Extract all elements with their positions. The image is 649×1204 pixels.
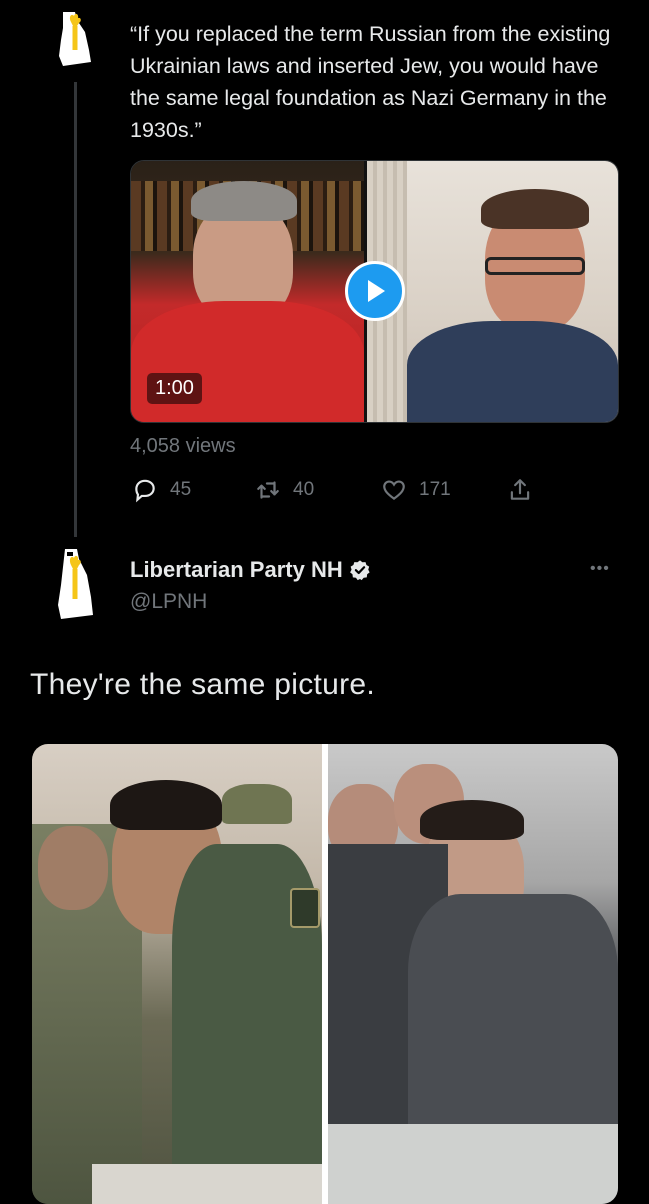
play-icon xyxy=(368,280,385,302)
author-handle[interactable]: @LPNH xyxy=(130,590,207,614)
share-icon xyxy=(510,479,530,500)
reply-button[interactable]: 45 xyxy=(132,475,191,505)
thread-line xyxy=(74,82,77,537)
photo-right xyxy=(328,744,618,1204)
trident-patch xyxy=(290,888,320,928)
like-button[interactable]: 171 xyxy=(381,475,451,505)
more-options-button[interactable]: ••• xyxy=(590,560,610,578)
man-hair xyxy=(420,800,524,840)
soldier-cap xyxy=(222,784,292,824)
reply-icon xyxy=(135,479,155,503)
author-name[interactable]: Libertarian Party NH xyxy=(130,557,371,583)
quoted-tweet-text: “If you replaced the term Russian from t… xyxy=(130,22,611,142)
nh-torch-logo-icon xyxy=(58,549,93,619)
retweet-icon xyxy=(257,481,279,499)
view-count: 4,058 views xyxy=(130,435,236,457)
tweet-text: They're the same picture. xyxy=(30,668,376,701)
like-count: 171 xyxy=(419,479,451,500)
video-duration: 1:00 xyxy=(147,373,202,404)
retweet-count: 40 xyxy=(293,479,315,500)
glasses xyxy=(485,257,585,275)
video-player[interactable]: 1:00 xyxy=(130,160,619,423)
man-hair xyxy=(110,780,222,830)
reply-count: 45 xyxy=(170,479,192,500)
navy-shirt xyxy=(407,321,618,422)
nh-torch-logo-icon xyxy=(59,12,91,66)
avatar[interactable] xyxy=(55,10,95,70)
author-name-text: Libertarian Party NH xyxy=(130,557,343,582)
share-button[interactable] xyxy=(507,475,533,505)
play-button[interactable] xyxy=(345,261,405,321)
photo-left xyxy=(32,744,322,1204)
soldier-face xyxy=(38,826,108,910)
person-hair xyxy=(191,181,297,221)
retweet-button[interactable]: 40 xyxy=(255,475,314,505)
table-map xyxy=(92,1164,322,1204)
verified-badge-icon xyxy=(349,560,370,581)
heart-icon xyxy=(383,480,405,501)
table-map xyxy=(328,1124,618,1204)
person-hair xyxy=(481,189,589,229)
tweet-photo[interactable] xyxy=(32,744,618,1204)
avatar[interactable] xyxy=(55,547,95,619)
